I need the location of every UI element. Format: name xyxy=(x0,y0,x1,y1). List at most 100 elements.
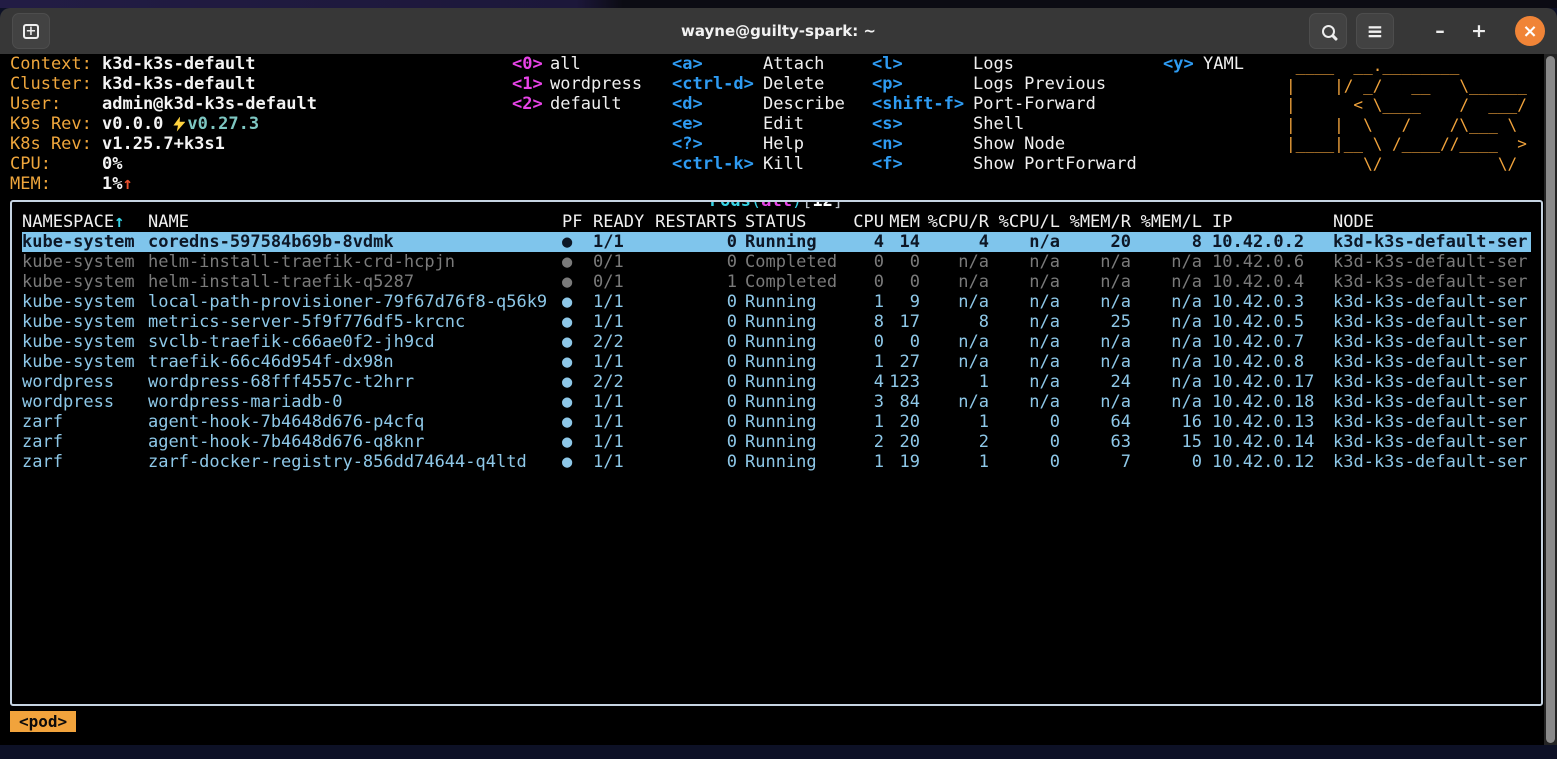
cell-status: Running xyxy=(737,232,847,252)
cell-restarts: 0 xyxy=(650,292,737,312)
cell-name: agent-hook-7b4648d676-p4cfq xyxy=(148,412,562,432)
cell-ip: 10.42.0.18 xyxy=(1202,392,1333,412)
table-row[interactable]: kube-systemlocal-path-provisioner-79f67d… xyxy=(22,292,1531,312)
cluster-info-value: v1.25.7+k3s1 xyxy=(102,134,225,154)
close-button[interactable]: × xyxy=(1515,16,1545,46)
sort-arrow-icon: ↑ xyxy=(114,212,124,232)
hotkey-item[interactable]: <ctrl-k>Kill xyxy=(672,154,845,174)
hotkey-item[interactable]: <p>Logs Previous xyxy=(872,74,1137,94)
column-header-restarts[interactable]: RESTARTS xyxy=(650,212,737,232)
hotkey-item[interactable]: <d>Describe xyxy=(672,94,845,114)
column-header-namespace[interactable]: NAMESPACE↑ xyxy=(22,212,148,232)
cell-restarts: 1 xyxy=(650,272,737,292)
titlebar[interactable]: + wayne@guilty-spark: ~ ≡ – + × xyxy=(0,8,1557,54)
hotkey-item[interactable]: <?>Help xyxy=(672,134,845,154)
hotkey-label: wordpress xyxy=(550,74,642,94)
search-button[interactable] xyxy=(1309,13,1347,49)
scrollbar-thumb[interactable] xyxy=(1546,56,1555,743)
column-header-mem[interactable]: MEM xyxy=(884,212,920,232)
cell-node: k3d-k3s-default-ser xyxy=(1333,332,1531,352)
table-row[interactable]: wordpresswordpress-mariadb-0●1/10Running… xyxy=(22,392,1531,412)
hotkey-key: <a> xyxy=(672,54,763,74)
minimize-button[interactable]: – xyxy=(1425,20,1455,42)
column-header-mem-l[interactable]: %MEM/L xyxy=(1131,212,1202,232)
k9s-header: Context:k3d-k3s-defaultCluster:k3d-k3s-d… xyxy=(0,54,1557,194)
cluster-info-label: User: xyxy=(10,94,102,114)
table-row[interactable]: kube-systemtraefik-66c46d954f-dx98n●1/10… xyxy=(22,352,1531,372)
cell-status: Running xyxy=(737,332,847,352)
column-header-ready[interactable]: READY xyxy=(593,212,650,232)
column-header-ip[interactable]: IP xyxy=(1202,212,1333,232)
cell-cpu-r: 1 xyxy=(920,372,989,392)
table-row[interactable]: kube-systemhelm-install-traefik-crd-hcpj… xyxy=(22,252,1531,272)
table-row[interactable]: kube-systemmetrics-server-5f9f776df5-krc… xyxy=(22,312,1531,332)
table-row[interactable]: zarfagent-hook-7b4648d676-q8knr●1/10Runn… xyxy=(22,432,1531,452)
column-header-node[interactable]: NODE xyxy=(1333,212,1531,232)
cell-ready: 1/1 xyxy=(593,412,650,432)
table-row[interactable]: kube-systemcoredns-597584b69b-8vdmk●1/10… xyxy=(22,232,1531,252)
cell-restarts: 0 xyxy=(650,392,737,412)
column-header-pf[interactable]: PF xyxy=(562,212,593,232)
cell-mem: 123 xyxy=(884,372,920,392)
column-header-cpu-r[interactable]: %CPU/R xyxy=(920,212,989,232)
cell-namespace: zarf xyxy=(22,432,148,452)
table-row[interactable]: zarfzarf-docker-registry-856dd74644-q4lt… xyxy=(22,452,1531,472)
table-row[interactable]: zarfagent-hook-7b4648d676-p4cfq●1/10Runn… xyxy=(22,412,1531,432)
hotkey-item[interactable]: <2>default xyxy=(512,94,642,114)
cell-name: wordpress-mariadb-0 xyxy=(148,392,562,412)
hotkey-item[interactable]: <l>Logs xyxy=(872,54,1137,74)
cell-restarts: 0 xyxy=(650,452,737,472)
new-tab-button[interactable]: + xyxy=(12,13,50,49)
desktop-background-top xyxy=(0,0,1557,8)
hotkey-item[interactable]: <0>all xyxy=(512,54,642,74)
cell-mem-r: 20 xyxy=(1060,232,1131,252)
hotkey-item[interactable]: <f>Show PortForward xyxy=(872,154,1137,174)
desktop-background-bottom xyxy=(0,745,1557,759)
resource-breadcrumb: <pod> xyxy=(10,711,76,732)
pf-dot-icon: ● xyxy=(562,352,593,372)
cell-restarts: 0 xyxy=(650,312,737,332)
hotkey-item[interactable]: <ctrl-d>Delete xyxy=(672,74,845,94)
hotkey-item[interactable]: <a>Attach xyxy=(672,54,845,74)
cell-ip: 10.42.0.13 xyxy=(1202,412,1333,432)
hotkey-item[interactable]: <shift-f>Port-Forward xyxy=(872,94,1137,114)
column-header-cpu[interactable]: CPU xyxy=(847,212,884,232)
hotkey-label: Logs Previous xyxy=(973,74,1106,94)
hotkey-label: default xyxy=(550,94,622,114)
hotkey-item[interactable]: <e>Edit xyxy=(672,114,845,134)
hotkey-key: <s> xyxy=(872,114,973,134)
column-header-status[interactable]: STATUS xyxy=(737,212,847,232)
menu-button[interactable]: ≡ xyxy=(1356,13,1394,49)
table-row[interactable]: kube-systemhelm-install-traefik-q5287●0/… xyxy=(22,272,1531,292)
cell-cpu-r: n/a xyxy=(920,392,989,412)
scrollbar[interactable] xyxy=(1544,54,1557,745)
cluster-info-value: admin@k3d-k3s-default xyxy=(102,94,317,114)
column-header-name[interactable]: NAME xyxy=(148,212,562,232)
table-row[interactable]: wordpresswordpress-68fff4557c-t2hrr●2/20… xyxy=(22,372,1531,392)
cell-restarts: 0 xyxy=(650,372,737,392)
cell-namespace: kube-system xyxy=(22,312,148,332)
cell-mem: 0 xyxy=(884,272,920,292)
cell-namespace: wordpress xyxy=(22,372,148,392)
terminal-content[interactable]: Context:k3d-k3s-defaultCluster:k3d-k3s-d… xyxy=(0,54,1557,745)
column-header-cpu-l[interactable]: %CPU/L xyxy=(989,212,1060,232)
hotkey-item[interactable]: <s>Shell xyxy=(872,114,1137,134)
cell-mem: 9 xyxy=(884,292,920,312)
cell-namespace: zarf xyxy=(22,412,148,432)
cell-cpu-r: n/a xyxy=(920,292,989,312)
table-row[interactable]: kube-systemsvclb-traefik-c66ae0f2-jh9cd●… xyxy=(22,332,1531,352)
cluster-info-row: User:admin@k3d-k3s-default xyxy=(10,94,317,114)
hotkey-item[interactable]: <n>Show Node xyxy=(872,134,1137,154)
cell-cpu-r: 4 xyxy=(920,232,989,252)
cell-ip: 10.42.0.12 xyxy=(1202,452,1333,472)
cell-cpu-r: 1 xyxy=(920,412,989,432)
cell-mem-r: 7 xyxy=(1060,452,1131,472)
hotkey-item[interactable]: <y>YAML xyxy=(1163,54,1244,74)
column-header-label: READY xyxy=(593,212,644,232)
hotkey-item[interactable]: <1>wordpress xyxy=(512,74,642,94)
column-header-label: STATUS xyxy=(745,212,806,232)
maximize-button[interactable]: + xyxy=(1464,20,1494,42)
cell-mem-l: n/a xyxy=(1131,332,1202,352)
column-header-mem-r[interactable]: %MEM/R xyxy=(1060,212,1131,232)
cell-name: coredns-597584b69b-8vdmk xyxy=(148,232,562,252)
